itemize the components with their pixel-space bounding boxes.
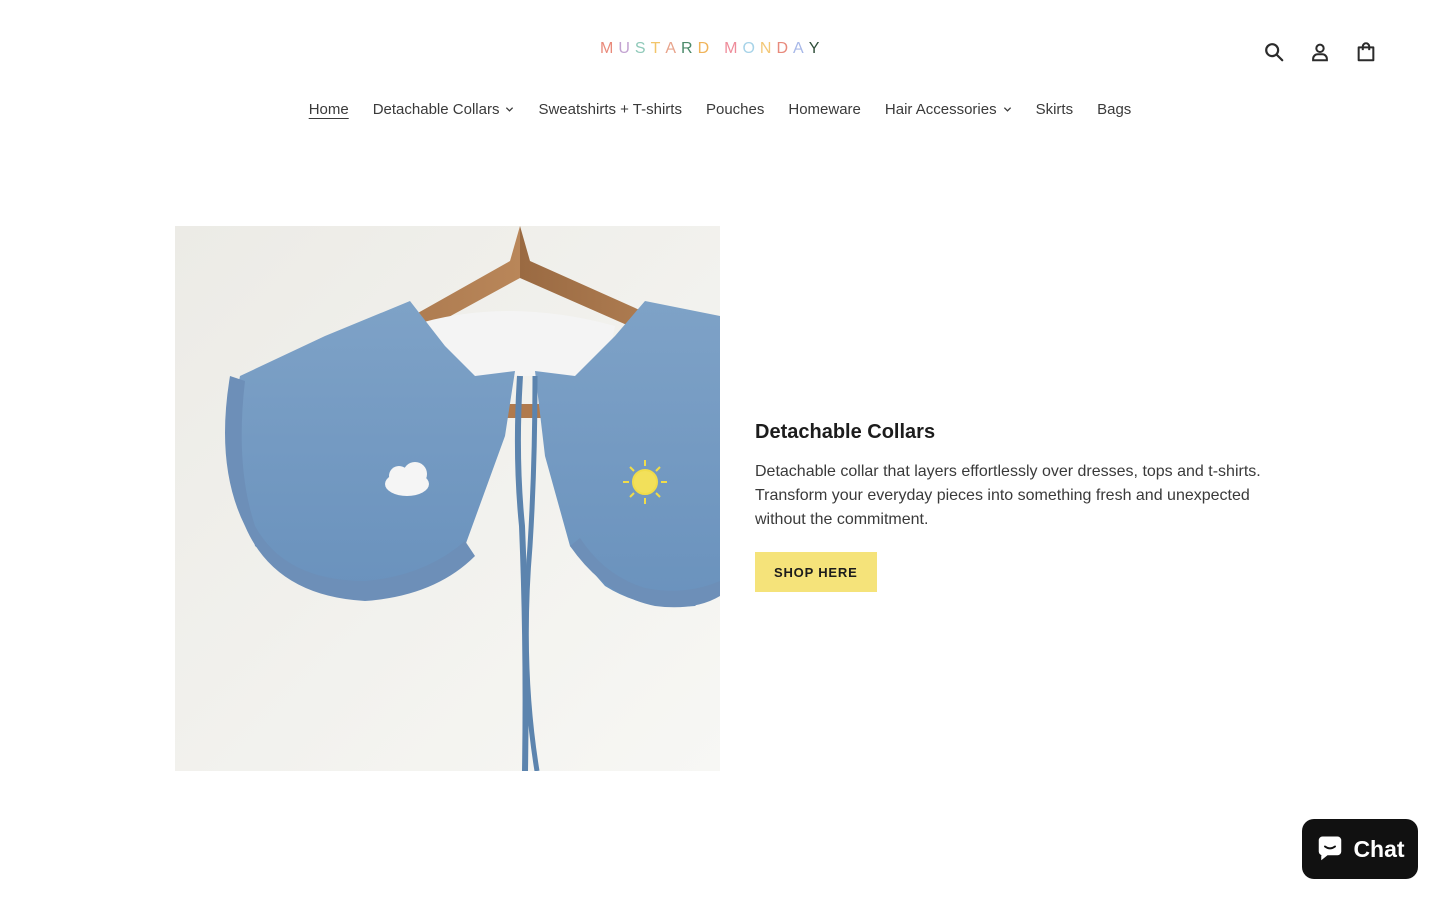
header-icons [1260,38,1380,66]
nav-label: Hair Accessories [884,100,997,118]
logo-letter: R [681,40,698,57]
feature-image [175,226,720,771]
logo-letter: T [650,40,666,57]
chevron-down-icon [1003,106,1011,112]
brand-logo[interactable]: MUSTARDMONDAY [600,40,824,64]
nav-item-pouches[interactable]: Pouches [694,98,776,120]
chat-button[interactable]: Chat [1302,819,1418,879]
account-icon[interactable] [1306,38,1334,66]
nav-item-detachable-collars[interactable]: Detachable Collars [361,98,527,120]
main-navigation: Home Detachable Collars Sweatshirts + T-sh… [0,98,1440,120]
nav-item-skirts[interactable]: Skirts [1024,98,1086,120]
nav-item-homeware[interactable]: Homeware [776,98,873,120]
chevron-down-icon [506,106,514,112]
logo-letter: Y [808,40,825,57]
nav-label: Skirts [1035,100,1074,118]
logo-letter: O [742,40,760,57]
logo-letter: N [759,40,777,57]
logo-letter: M [724,40,743,57]
logo-letter: D [697,40,715,57]
feature-title: Detachable Collars [755,421,936,443]
chat-bubble-icon [1319,836,1342,861]
logo-letter: U [618,40,635,57]
logo-letter: M [600,40,619,57]
logo-letter: S [634,40,651,57]
chat-label: Chat [1353,835,1405,862]
nav-label: Home [308,100,349,118]
nav-label: Sweatshirts + T-shirts [538,100,682,118]
nav-item-bags[interactable]: Bags [1085,98,1143,120]
site-header: MUSTARDMONDAY Home Detachable Collars Swea… [0,0,1440,140]
logo-letter: A [793,40,809,57]
nav-item-sweatshirts-t-shirts[interactable]: Sweatshirts + T-shirts [526,98,694,120]
logo-space [714,40,724,64]
cart-icon[interactable] [1352,38,1380,66]
logo-letter: A [665,40,682,57]
feature-description: Detachable collar that layers effortless… [755,463,1261,528]
nav-label: Bags [1097,100,1132,118]
logo-letter: D [776,40,794,57]
shop-here-button[interactable]: SHOP HERE [755,552,877,592]
nav-label: Detachable Collars [372,100,500,118]
nav-label: Pouches [705,100,765,118]
nav-item-home[interactable]: Home [297,98,361,120]
nav-label: Homeware [788,100,861,118]
feature-text: Detachable Collars Detachable collar tha… [755,421,1275,592]
search-icon[interactable] [1260,38,1288,66]
nav-item-hair-accessories[interactable]: Hair Accessories [873,98,1024,120]
